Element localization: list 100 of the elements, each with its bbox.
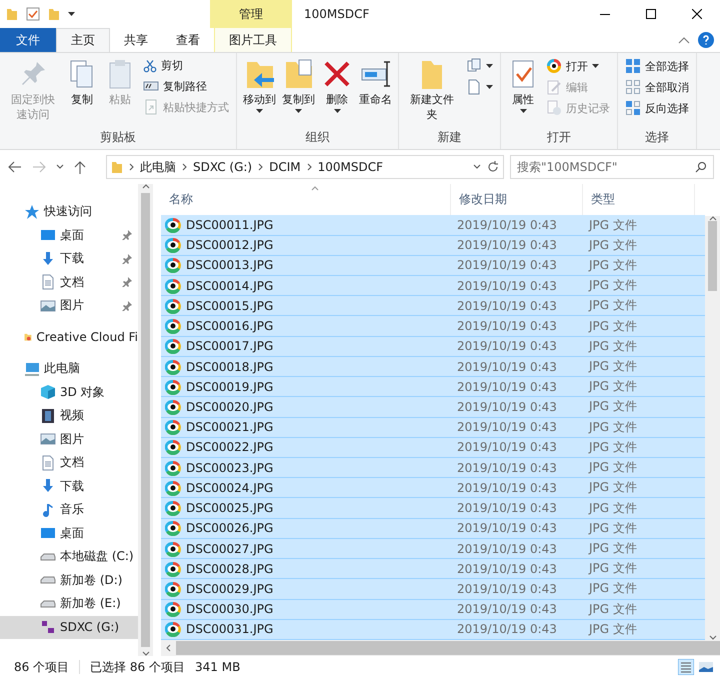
date-cell-text: 2019/10/19 0:43: [456, 622, 558, 636]
file-row[interactable]: DSC00022.JPG 2019/10/19 0:43 JPG 文件: [161, 438, 705, 458]
file-row[interactable]: DSC00027.JPG 2019/10/19 0:43 JPG 文件: [161, 538, 705, 560]
file-row[interactable]: DSC00018.JPG 2019/10/19 0:43 JPG 文件: [161, 356, 705, 378]
file-row[interactable]: DSC00031.JPG 2019/10/19 0:43 JPG 文件: [161, 620, 705, 640]
pictures-icon: [40, 298, 56, 314]
file-row[interactable]: DSC00021.JPG 2019/10/19 0:43 JPG 文件: [161, 418, 705, 438]
scrollbar[interactable]: [138, 184, 153, 656]
scrollbar[interactable]: [705, 216, 720, 640]
path-segment[interactable]: 此电脑: [140, 158, 176, 176]
file-row[interactable]: DSC00029.JPG 2019/10/19 0:43 JPG 文件: [161, 579, 705, 600]
details-view-icon[interactable]: [678, 659, 694, 675]
nav-item[interactable]: 桌面: [0, 522, 138, 545]
ribbon-button[interactable]: 全部选择: [622, 56, 692, 76]
file-name: DSC00024.JPG: [186, 480, 274, 495]
ribbon-button[interactable]: 反向选择: [622, 98, 692, 118]
new-item-icon: [466, 58, 482, 74]
address-bar[interactable]: 此电脑 SDXC (G:) DCIM 100MSDCF: [106, 155, 504, 179]
ribbon-button[interactable]: 新建文件夹: [403, 56, 461, 129]
ribbon-button[interactable]: 打开: [543, 56, 613, 76]
properties-icon[interactable]: [26, 7, 40, 21]
nav-item[interactable]: 文档: [0, 451, 138, 474]
file-row[interactable]: DSC00015.JPG 2019/10/19 0:43 JPG 文件: [161, 296, 705, 316]
file-row[interactable]: DSC00025.JPG 2019/10/19 0:43 JPG 文件: [161, 498, 705, 519]
chevron-icon[interactable]: [142, 184, 150, 189]
path-segment[interactable]: SDXC (G:): [193, 160, 252, 174]
image-file-icon: [165, 398, 181, 415]
nav-item[interactable]: 新加卷 (E:): [0, 592, 138, 616]
ribbon-button[interactable]: 属性: [505, 56, 541, 129]
image-file-icon: [165, 419, 181, 436]
ribbon-button[interactable]: 复制到: [280, 56, 317, 129]
back-icon[interactable]: [8, 161, 22, 173]
dropdown-icon[interactable]: [473, 164, 481, 170]
file-row[interactable]: DSC00011.JPG 2019/10/19 0:43 JPG 文件: [161, 215, 705, 236]
ribbon-button[interactable]: 复制: [64, 56, 100, 129]
file-row[interactable]: DSC00013.JPG 2019/10/19 0:43 JPG 文件: [161, 256, 705, 276]
path-segment[interactable]: DCIM: [269, 160, 301, 174]
path-segment[interactable]: 100MSDCF: [318, 160, 384, 174]
up-icon[interactable]: [74, 160, 86, 174]
thumbnail-view-icon[interactable]: [698, 659, 714, 675]
select-none-icon: [625, 79, 641, 95]
nav-item[interactable]: 桌面: [0, 224, 138, 247]
file-row[interactable]: DSC00023.JPG 2019/10/19 0:43 JPG 文件: [161, 458, 705, 478]
chevron-icon[interactable]: [708, 216, 716, 221]
file-row[interactable]: DSC00030.JPG 2019/10/19 0:43 JPG 文件: [161, 600, 705, 620]
close-icon[interactable]: [692, 9, 702, 19]
nav-item[interactable]: 文档: [0, 270, 138, 294]
nav-item[interactable]: 图片: [0, 428, 138, 451]
chevron-icon[interactable]: [166, 644, 171, 652]
file-row[interactable]: DSC00028.JPG 2019/10/19 0:43 JPG 文件: [161, 559, 705, 580]
image-file-icon: [165, 520, 181, 536]
file-row[interactable]: DSC00024.JPG 2019/10/19 0:43 JPG 文件: [161, 478, 705, 498]
date-cell-text: 2019/10/19 0:43: [456, 238, 558, 252]
nav-item[interactable]: 快速访问: [0, 200, 138, 224]
ribbon-button[interactable]: 复制路径: [140, 76, 232, 96]
file-row[interactable]: DSC00026.JPG 2019/10/19 0:43 JPG 文件: [161, 518, 705, 539]
nav-item[interactable]: 下载: [0, 474, 138, 498]
date-cell-text: 2019/10/19 0:43: [456, 360, 558, 374]
nav-item[interactable]: 图片: [0, 294, 138, 318]
chevron-icon[interactable]: [708, 635, 716, 640]
select-all-icon: [625, 58, 641, 74]
nav-item[interactable]: 视频: [0, 404, 138, 428]
ribbon-tab[interactable]: 文件: [0, 28, 56, 52]
file-row[interactable]: DSC00012.JPG 2019/10/19 0:43 JPG 文件: [161, 236, 705, 256]
file-row[interactable]: DSC00017.JPG 2019/10/19 0:43 JPG 文件: [161, 336, 705, 357]
context-tab[interactable]: 管理: [210, 0, 292, 28]
nav-item[interactable]: 此电脑: [0, 357, 138, 380]
nav-item[interactable]: 下载: [0, 247, 138, 270]
chevron-icon[interactable]: [142, 651, 150, 656]
nav-item[interactable]: Creative Cloud Fi: [0, 326, 138, 349]
refresh-icon[interactable]: [487, 161, 499, 173]
file-name: DSC00022.JPG: [186, 440, 274, 454]
search-icon: [695, 161, 707, 173]
scrollbar-thumb[interactable]: [708, 221, 717, 291]
nav-item[interactable]: SDXC (G:): [0, 616, 138, 639]
scrollbar-thumb[interactable]: [141, 193, 150, 647]
ribbon-button[interactable]: 全部取消: [622, 77, 692, 97]
ribbon-button[interactable]: 删除: [319, 56, 355, 129]
file-row[interactable]: DSC00016.JPG 2019/10/19 0:43 JPG 文件: [161, 316, 705, 337]
recent-dropdown-icon[interactable]: [56, 164, 64, 170]
scissors-icon: [143, 58, 157, 72]
ribbon-tab[interactable]: 查看: [162, 28, 214, 52]
drive-icon: [40, 600, 56, 608]
ribbon-button[interactable]: 重命名: [357, 56, 394, 129]
ribbon-tab[interactable]: 图片工具: [214, 28, 292, 52]
nav-item[interactable]: 新加卷 (D:): [0, 568, 138, 592]
search-field[interactable]: 搜索"100MSDCF": [510, 155, 714, 179]
file-row[interactable]: DSC00014.JPG 2019/10/19 0:43 JPG 文件: [161, 276, 705, 296]
file-row[interactable]: DSC00019.JPG 2019/10/19 0:43 JPG 文件: [161, 377, 705, 398]
ribbon-tab[interactable]: 主页: [56, 28, 110, 52]
nav-item[interactable]: 音乐: [0, 498, 138, 522]
date-cell-text: 2019/10/19 0:43: [456, 521, 558, 536]
ribbon-button[interactable]: 剪切: [140, 56, 232, 75]
file-row[interactable]: DSC00020.JPG 2019/10/19 0:43 JPG 文件: [161, 397, 705, 418]
nav-item[interactable]: 3D 对象: [0, 380, 138, 404]
ribbon-tab[interactable]: 共享: [110, 28, 162, 52]
maximize-icon[interactable]: [646, 9, 656, 19]
nav-item[interactable]: 本地磁盘 (C:): [0, 545, 138, 568]
ribbon-button[interactable]: 移动到: [241, 56, 278, 129]
help-icon[interactable]: [698, 32, 714, 48]
